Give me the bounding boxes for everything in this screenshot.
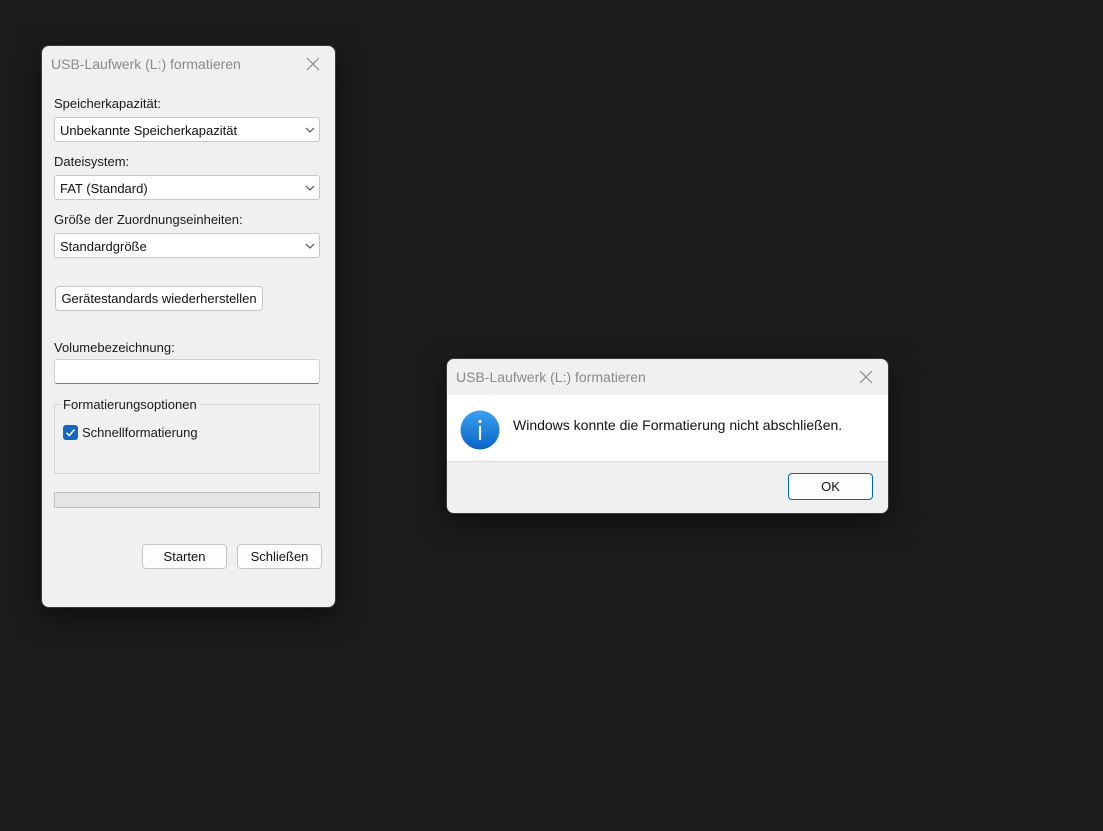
alloc-size-label: Größe der Zuordnungseinheiten: bbox=[54, 212, 243, 227]
chevron-down-icon bbox=[305, 127, 315, 133]
close-icon bbox=[859, 370, 873, 384]
alloc-size-value: Standardgröße bbox=[60, 239, 147, 254]
message-box: USB-Laufwerk (L:) formatieren Windows ko… bbox=[446, 358, 889, 514]
start-button[interactable]: Starten bbox=[142, 544, 227, 569]
format-options-legend: Formatierungsoptionen bbox=[60, 397, 200, 412]
message-text: Windows konnte die Formatierung nicht ab… bbox=[513, 417, 843, 433]
info-icon bbox=[460, 410, 500, 450]
format-dialog-titlebar[interactable]: USB-Laufwerk (L:) formatieren bbox=[42, 46, 335, 82]
quick-format-label[interactable]: Schnellformatierung bbox=[82, 425, 198, 440]
volume-label-label: Volumebezeichnung: bbox=[54, 340, 175, 355]
format-progress-bar bbox=[54, 492, 320, 508]
format-dialog-title: USB-Laufwerk (L:) formatieren bbox=[51, 56, 241, 72]
message-box-close-button[interactable] bbox=[844, 359, 888, 395]
volume-label-input[interactable] bbox=[54, 359, 320, 384]
close-icon bbox=[306, 57, 320, 71]
capacity-value: Unbekannte Speicherkapazität bbox=[60, 123, 238, 138]
restore-defaults-button[interactable]: Gerätestandards wiederherstellen bbox=[55, 286, 263, 311]
filesystem-select[interactable]: FAT (Standard) bbox=[54, 175, 320, 200]
format-dialog-close-button[interactable] bbox=[291, 46, 335, 82]
filesystem-label: Dateisystem: bbox=[54, 154, 130, 169]
format-options-group: Formatierungsoptionen Schnellformatierun… bbox=[54, 397, 320, 474]
message-box-footer: OK bbox=[447, 461, 888, 513]
chevron-down-icon bbox=[305, 185, 315, 191]
message-box-title: USB-Laufwerk (L:) formatieren bbox=[456, 369, 646, 385]
filesystem-value: FAT (Standard) bbox=[60, 181, 148, 196]
checkmark-icon bbox=[65, 429, 76, 437]
chevron-down-icon bbox=[305, 243, 315, 249]
message-box-titlebar[interactable]: USB-Laufwerk (L:) formatieren bbox=[447, 359, 888, 395]
close-button[interactable]: Schließen bbox=[237, 544, 322, 569]
message-box-body: Windows konnte die Formatierung nicht ab… bbox=[447, 395, 888, 461]
quick-format-checkbox[interactable] bbox=[63, 425, 78, 440]
format-dialog: USB-Laufwerk (L:) formatieren Speicherka… bbox=[41, 45, 336, 608]
capacity-select[interactable]: Unbekannte Speicherkapazität bbox=[54, 117, 320, 142]
ok-button[interactable]: OK bbox=[788, 473, 873, 500]
alloc-size-select[interactable]: Standardgröße bbox=[54, 233, 320, 258]
capacity-label: Speicherkapazität: bbox=[54, 96, 161, 111]
